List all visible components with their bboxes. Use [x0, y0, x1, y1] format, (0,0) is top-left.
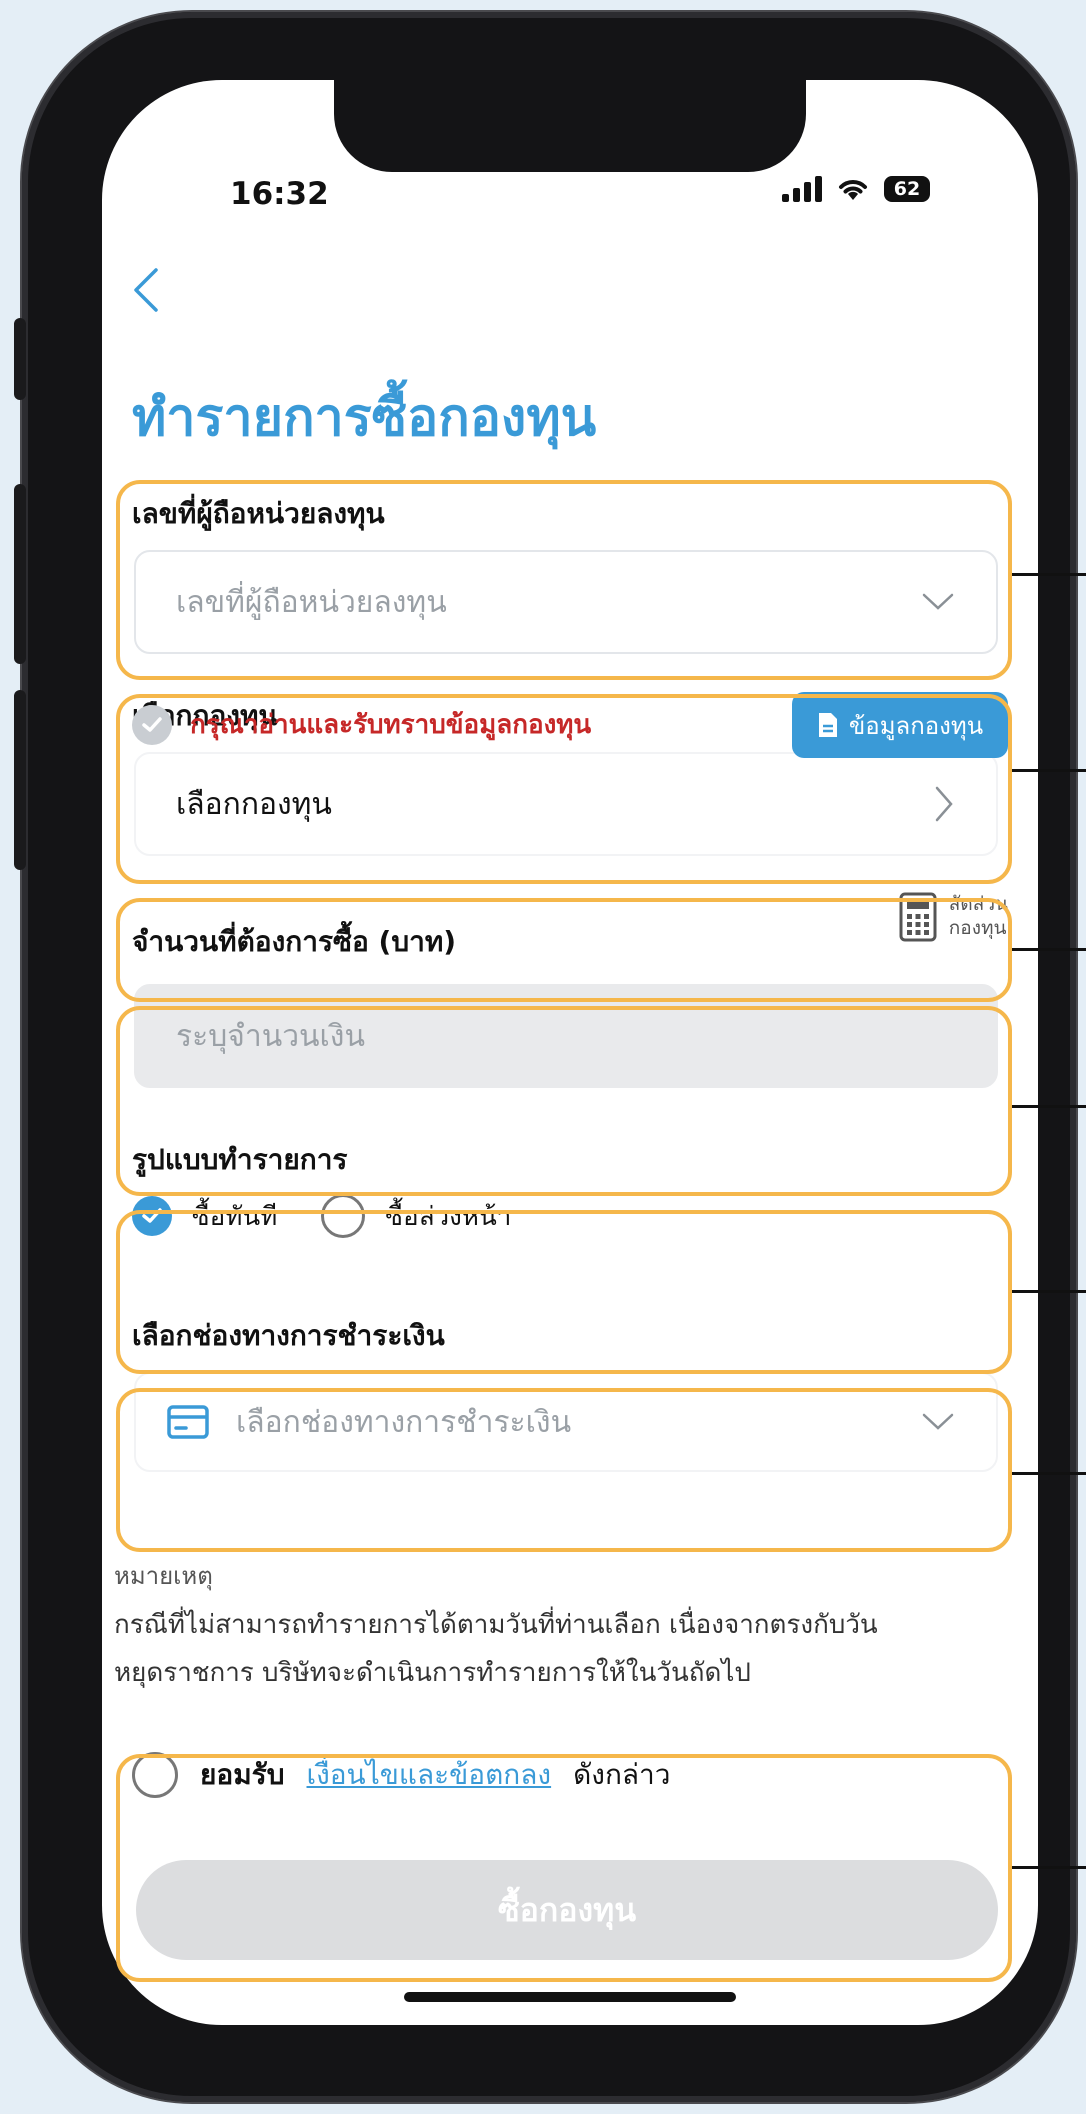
callout-payment — [116, 1388, 1012, 1552]
leader-line-acknowledge — [1012, 948, 1086, 951]
back-chevron-icon[interactable] — [126, 262, 166, 318]
notch — [334, 80, 806, 172]
status-icons: 62 — [782, 176, 930, 202]
signal-icon — [782, 176, 822, 202]
callout-acknowledge — [116, 898, 1012, 1002]
volume-down-button — [14, 690, 26, 870]
callout-amount — [116, 1006, 1012, 1196]
callout-fund — [116, 694, 1012, 884]
status-time: 16:32 — [230, 176, 329, 212]
volume-up-button — [14, 484, 26, 664]
note-title: หมายเหตุ — [114, 1562, 213, 1590]
leader-line-consent — [1012, 1866, 1086, 1869]
note-line1: กรณีที่ไม่สามารถทำรายการได้ตามวันที่ท่าน… — [114, 1610, 878, 1640]
callout-consent — [116, 1754, 1012, 1982]
wifi-icon — [839, 180, 867, 200]
leader-line-unitholder — [1012, 573, 1086, 576]
leader-line-payment — [1012, 1472, 1086, 1475]
note-line2: หยุดราชการ บริษัทจะดำเนินการทำรายการให้ใ… — [114, 1658, 751, 1688]
leader-line-amount — [1012, 1105, 1086, 1108]
callout-transaction-type — [116, 1210, 1012, 1374]
leader-line-fund — [1012, 769, 1086, 772]
leader-line-transaction-type — [1012, 1290, 1086, 1293]
callout-unitholder — [116, 480, 1012, 680]
mute-switch — [14, 318, 26, 400]
battery-icon: 62 — [884, 176, 930, 202]
page-title: ทำรายการซื้อกองทุน — [132, 388, 597, 448]
home-indicator — [404, 1992, 736, 2002]
